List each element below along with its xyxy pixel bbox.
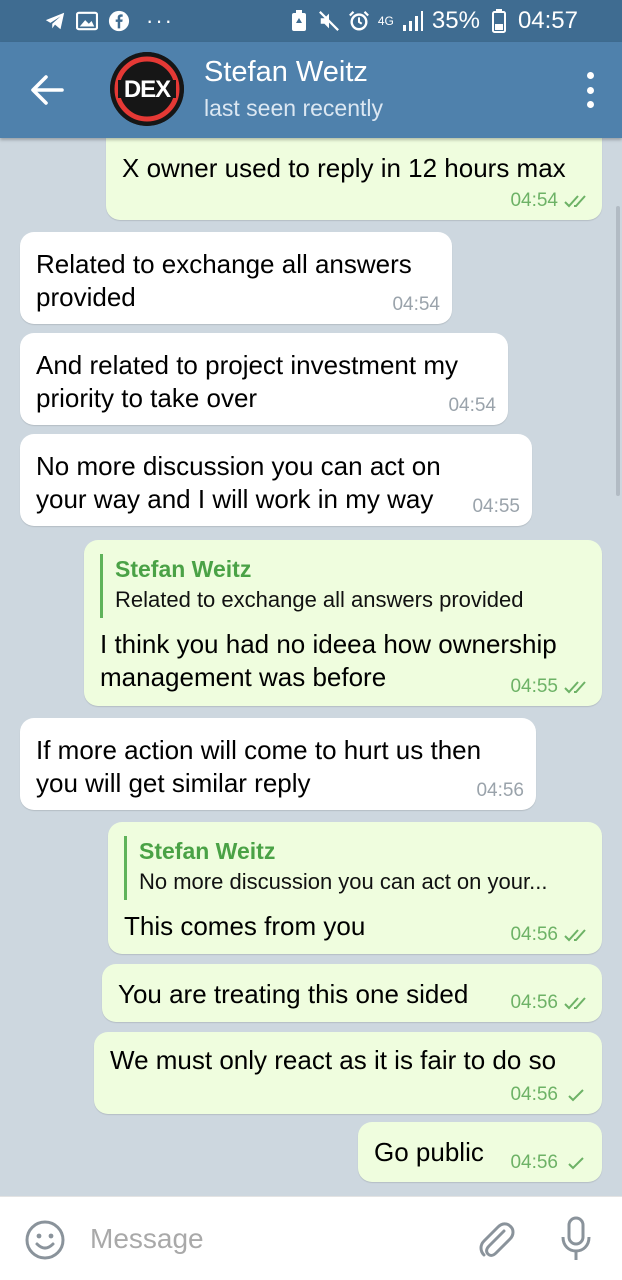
message-time: 04:54 — [448, 395, 496, 416]
message-text: We must only react as it is fair to do s… — [110, 1045, 557, 1075]
more-options-button[interactable] — [582, 68, 598, 112]
message-bubble-incoming[interactable]: If more action will come to hurt us then… — [20, 718, 536, 810]
double-check-icon — [564, 681, 586, 694]
message-bubble-incoming[interactable]: No more discussion you can act on your w… — [20, 434, 532, 526]
scrollbar[interactable] — [616, 206, 620, 496]
reply-preview[interactable]: Stefan Weitz No more discussion you can … — [124, 836, 547, 900]
message-meta: 04:55 — [472, 496, 520, 518]
check-icon — [568, 1157, 584, 1170]
clock: 04:57 — [517, 7, 578, 34]
reply-text: Related to exchange all answers provided — [115, 587, 524, 612]
message-bubble-outgoing[interactable]: Stefan Weitz No more discussion you can … — [108, 822, 602, 954]
message-meta: 04:56 — [510, 1152, 590, 1174]
message-list[interactable]: X owner used to reply in 12 hours max 04… — [0, 138, 622, 1196]
contact-name[interactable]: Stefan Weitz — [204, 56, 368, 89]
message-composer — [0, 1196, 622, 1280]
message-text: This comes from you — [124, 911, 366, 941]
dot — [586, 72, 594, 79]
message-bubble-incoming[interactable]: Related to exchange all answers provided… — [20, 232, 452, 324]
message-input[interactable] — [90, 1219, 450, 1259]
message-text: X owner used to reply in 12 hours max — [122, 153, 566, 183]
message-meta: 04:54 — [392, 294, 440, 316]
status-bar: ··· 4G 35% 04:57 — [0, 0, 622, 42]
contact-status: last seen recently — [204, 95, 383, 121]
dot — [586, 101, 594, 108]
double-check-icon — [564, 997, 586, 1010]
more-notifications-icon: ··· — [146, 8, 174, 33]
mute-icon — [318, 10, 340, 32]
back-button[interactable] — [26, 72, 66, 108]
message-time: 04:56 — [510, 1152, 558, 1173]
message-meta: 04:54 — [448, 395, 496, 417]
message-text: You are treating this one sided — [118, 979, 469, 1009]
message-text: If more action will come to hurt us then… — [36, 735, 482, 798]
battery-percent: 35% — [431, 7, 480, 34]
reply-preview[interactable]: Stefan Weitz Related to exchange all ans… — [100, 554, 523, 618]
reply-author: Stefan Weitz — [139, 838, 276, 864]
svg-text:DEX: DEX — [124, 76, 171, 103]
message-time: 04:56 — [476, 780, 524, 801]
message-bubble-outgoing[interactable]: We must only react as it is fair to do s… — [94, 1032, 602, 1114]
avatar[interactable]: DEX — [110, 52, 184, 126]
message-time: 04:55 — [472, 496, 520, 517]
message-time: 04:54 — [510, 190, 558, 211]
message-time: 04:56 — [510, 1084, 558, 1105]
message-bubble-outgoing[interactable]: You are treating this one sided 04:56 — [102, 964, 602, 1022]
check-icon — [568, 1089, 584, 1102]
message-text: Go public — [374, 1137, 484, 1167]
message-meta: 04:56 — [510, 924, 590, 946]
signal-icon — [402, 10, 424, 32]
message-meta: 04:56 — [510, 992, 590, 1014]
message-meta: 04:56 — [510, 1084, 590, 1106]
message-time: 04:54 — [392, 294, 440, 315]
message-meta: 04:54 — [510, 190, 590, 212]
message-meta: 04:56 — [476, 780, 524, 802]
chat-header: DEX Stefan Weitz last seen recently — [0, 42, 622, 138]
message-time: 04:55 — [510, 676, 558, 697]
facebook-icon — [108, 10, 130, 32]
smiley-icon — [25, 1220, 65, 1260]
battery-icon — [488, 9, 510, 33]
reply-author: Stefan Weitz — [115, 556, 252, 582]
message-text: No more discussion you can act on your w… — [36, 451, 441, 514]
message-bubble-outgoing[interactable]: Go public 04:56 — [358, 1122, 602, 1182]
microphone-icon — [561, 1216, 591, 1260]
alarm-icon — [348, 10, 370, 32]
dot — [586, 86, 594, 94]
battery-saver-icon — [288, 10, 310, 32]
message-text: And related to project investment my pri… — [36, 350, 458, 413]
emoji-button[interactable] — [24, 1219, 66, 1261]
message-time: 04:56 — [510, 992, 558, 1013]
reply-text: No more discussion you can act on your..… — [139, 869, 548, 894]
paperclip-icon — [479, 1222, 515, 1257]
arrow-left-icon — [31, 75, 64, 105]
message-bubble-outgoing[interactable]: X owner used to reply in 12 hours max 04… — [106, 138, 602, 220]
message-meta: 04:55 — [510, 676, 590, 698]
attach-button[interactable] — [476, 1217, 516, 1261]
double-check-icon — [564, 929, 586, 942]
message-bubble-outgoing[interactable]: Stefan Weitz Related to exchange all ans… — [84, 540, 602, 706]
message-text: Related to exchange all answers provided — [36, 249, 412, 312]
dex-logo-icon: DEX — [110, 52, 184, 126]
gallery-icon — [76, 10, 98, 32]
voice-message-button[interactable] — [556, 1215, 596, 1263]
message-time: 04:56 — [510, 924, 558, 945]
message-bubble-incoming[interactable]: And related to project investment my pri… — [20, 333, 508, 425]
network-type: 4G — [377, 13, 394, 28]
telegram-icon — [44, 10, 66, 32]
double-check-icon — [564, 195, 586, 208]
